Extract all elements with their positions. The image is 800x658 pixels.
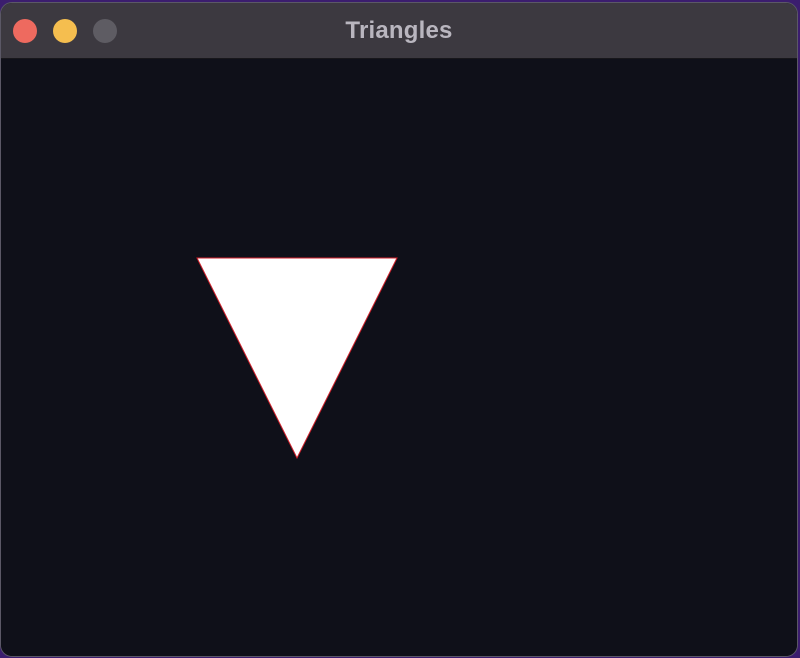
triangle-shape — [196, 257, 398, 460]
canvas-svg — [196, 257, 398, 460]
window-title: Triangles — [345, 17, 453, 44]
drawing-canvas — [1, 59, 797, 656]
app-window: Triangles — [0, 2, 798, 657]
title-bar[interactable]: Triangles — [1, 3, 797, 59]
